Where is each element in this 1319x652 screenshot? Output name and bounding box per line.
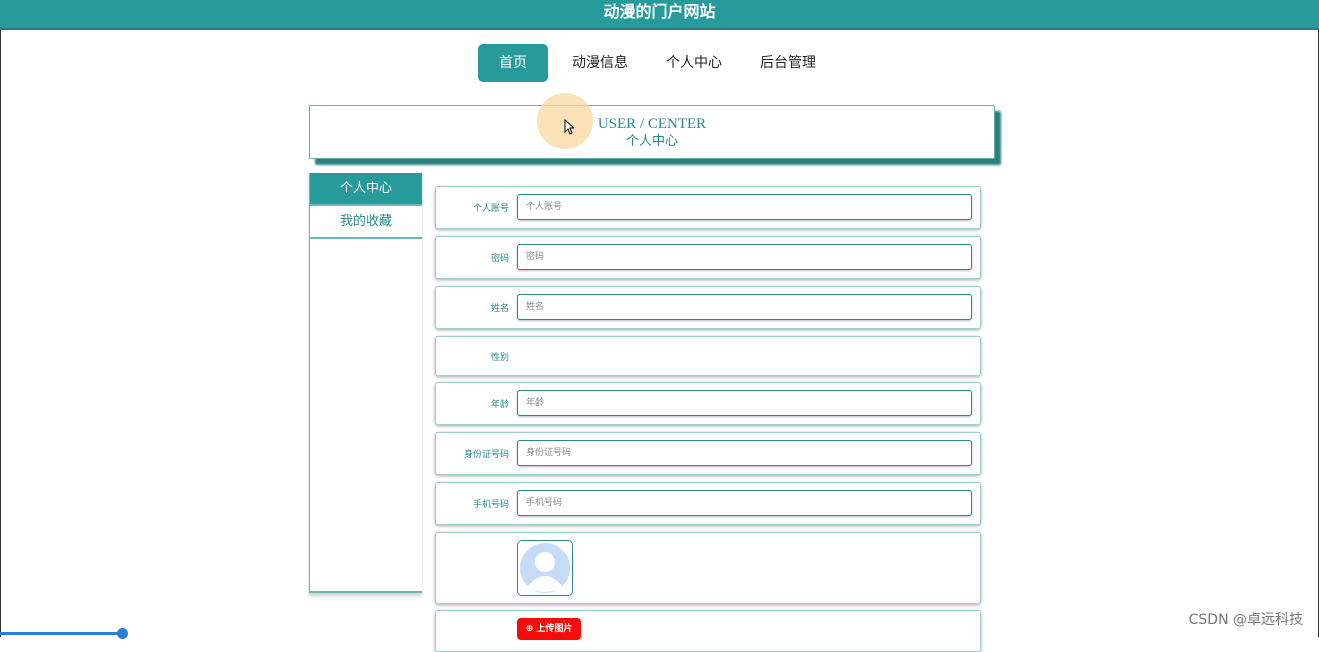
form-row-phone: 手机号码 [435, 482, 981, 525]
sidebar-item-user-center[interactable]: 个人中心 [310, 173, 422, 206]
main-nav: 首页 动漫信息 个人中心 后台管理 [478, 44, 836, 82]
gender-label: 性别 [490, 353, 509, 363]
page-scroll-track[interactable] [0, 632, 124, 635]
phone-label: 手机号码 [472, 500, 509, 510]
nav-admin[interactable]: 后台管理 [742, 44, 834, 82]
age-label: 年龄 [490, 400, 509, 410]
mouse-pointer-icon [564, 119, 574, 135]
sidebar-item-favorites[interactable]: 我的收藏 [310, 206, 422, 239]
nav-anime-info[interactable]: 动漫信息 [554, 44, 646, 82]
banner-chinese-title: 个人中心 [625, 134, 678, 149]
user-sidebar: 个人中心 我的收藏 [309, 173, 422, 593]
form-row-gender: 性别 [435, 336, 981, 376]
upload-plus-icon: ⊕ [525, 624, 534, 634]
avatar-placeholder-icon [518, 541, 572, 595]
phone-input[interactable] [517, 490, 972, 516]
page-scroll-handle[interactable] [117, 628, 128, 639]
nav-user-center[interactable]: 个人中心 [648, 44, 740, 82]
age-input[interactable] [517, 390, 972, 416]
form-row-avatar [435, 532, 981, 604]
name-input[interactable] [517, 294, 972, 320]
form-row-account: 个人账号 [435, 186, 981, 229]
upload-button-label: 上传图片 [536, 624, 573, 634]
user-center-banner: USER / CENTER 个人中心 [309, 105, 995, 159]
form-row-upload: ⊕ 上传图片 [435, 610, 981, 652]
site-title: 动漫的门户网站 [603, 2, 716, 21]
form-row-name: 姓名 [435, 286, 981, 329]
form-row-age: 年龄 [435, 382, 981, 425]
page-frame-left [0, 30, 1, 637]
form-row-password: 密码 [435, 236, 981, 279]
id-number-input[interactable] [517, 440, 972, 466]
top-header-bar: 动漫的门户网站 [0, 0, 1319, 30]
id-number-label: 身份证号码 [463, 450, 509, 460]
account-input[interactable] [517, 194, 972, 220]
banner-english-title: USER / CENTER [597, 116, 707, 132]
avatar-image[interactable] [517, 540, 573, 596]
watermark: CSDN @卓远科技 [1188, 612, 1303, 628]
form-row-id-number: 身份证号码 [435, 432, 981, 475]
account-label: 个人账号 [472, 204, 509, 214]
password-input[interactable] [517, 244, 972, 270]
password-label: 密码 [490, 254, 509, 264]
nav-home[interactable]: 首页 [478, 44, 548, 82]
name-label: 姓名 [490, 304, 509, 314]
